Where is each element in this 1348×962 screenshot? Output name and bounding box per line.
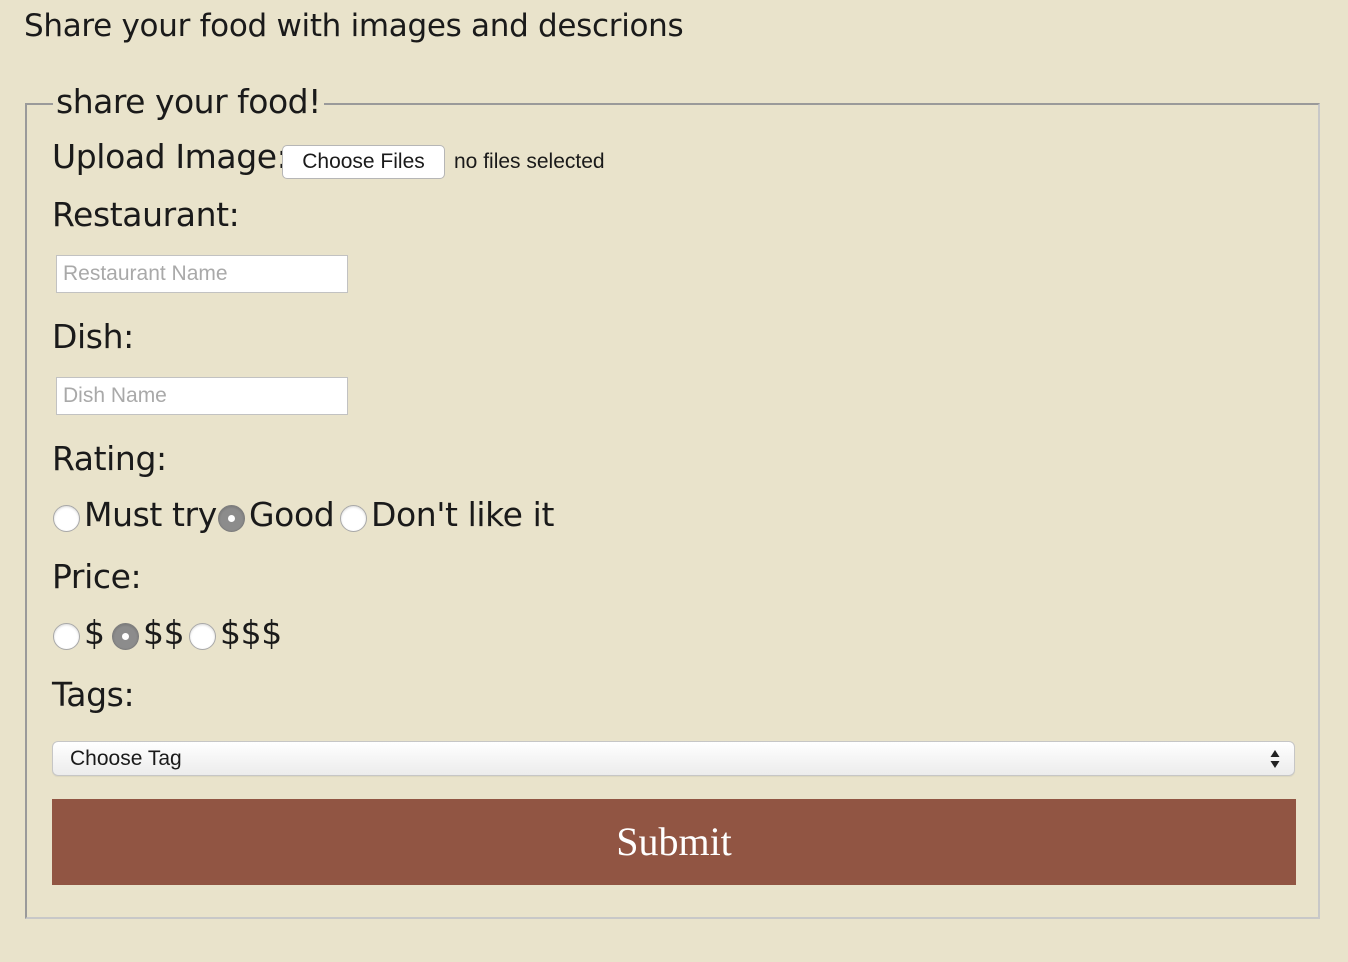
submit-button[interactable]: Submit: [52, 799, 1296, 885]
dish-name-input[interactable]: [56, 377, 348, 415]
radio-button[interactable]: [340, 505, 367, 532]
radio-button[interactable]: [112, 623, 139, 650]
price-label: Price:: [52, 557, 142, 596]
restaurant-name-input[interactable]: [56, 255, 348, 293]
rating-option-label: Don't like it: [371, 495, 554, 534]
file-status-text: no files selected: [454, 150, 605, 173]
radio-button[interactable]: [189, 623, 216, 650]
radio-button[interactable]: [53, 623, 80, 650]
form-legend: share your food!: [53, 82, 324, 121]
price-option-label: $: [84, 613, 105, 652]
price-option-label: $$$: [220, 613, 282, 652]
radio-button[interactable]: [53, 505, 80, 532]
rating-option-label: Must try: [84, 495, 217, 534]
page-heading: Share your food with images and descrion…: [24, 8, 684, 44]
up-down-arrows-icon: [1270, 750, 1280, 768]
radio-button[interactable]: [218, 505, 245, 532]
restaurant-label: Restaurant:: [52, 195, 240, 234]
tags-label: Tags:: [52, 675, 135, 714]
dish-label: Dish:: [52, 317, 134, 356]
price-option-label: $$: [143, 613, 185, 652]
choose-files-button[interactable]: Choose Files: [282, 145, 445, 179]
rating-label: Rating:: [52, 439, 167, 478]
tag-select-value: Choose Tag: [70, 747, 182, 770]
rating-option-label: Good: [249, 495, 335, 534]
upload-image-label: Upload Image:: [52, 137, 288, 176]
tag-select[interactable]: Choose Tag: [52, 741, 1295, 776]
